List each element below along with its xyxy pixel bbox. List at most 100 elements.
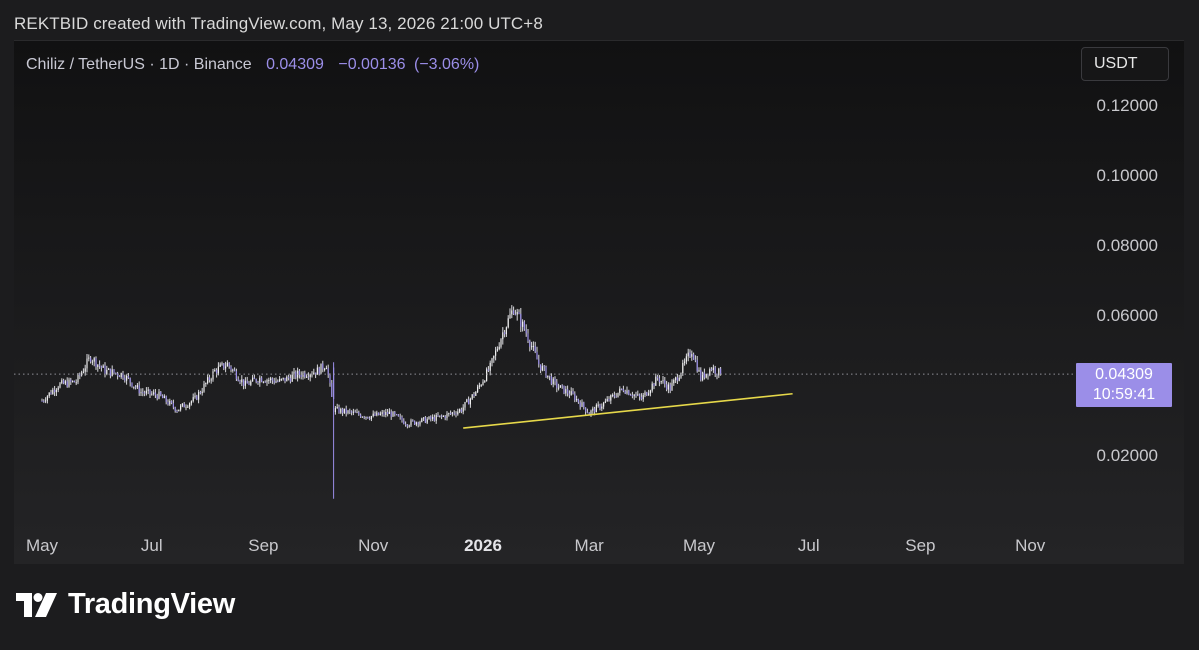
candle-body — [444, 416, 446, 419]
candle-body — [545, 366, 547, 378]
candle-body — [234, 369, 236, 371]
candle-body — [345, 408, 347, 414]
candle-body — [628, 390, 630, 395]
candle-body — [489, 362, 491, 371]
candle-body — [712, 367, 714, 370]
x-axis-tick-label: May — [26, 536, 59, 555]
candle-body — [138, 385, 140, 394]
candle-body — [567, 389, 569, 394]
candle-body — [655, 376, 657, 386]
candle-body — [244, 380, 246, 386]
candle-body — [559, 385, 561, 388]
candle-body — [46, 396, 48, 401]
candle-body — [585, 407, 587, 412]
candle-body — [577, 399, 579, 403]
candle-body — [124, 378, 126, 381]
y-axis-tick-label: 0.02000 — [1097, 446, 1158, 465]
candle-body — [583, 402, 585, 408]
candle-body — [223, 363, 225, 369]
candle-body — [626, 390, 628, 394]
candle-body — [288, 376, 290, 379]
candle-body — [316, 367, 318, 375]
candle-body — [55, 389, 57, 393]
candle-body — [610, 395, 612, 401]
candle-body — [99, 364, 101, 367]
symbol-legend[interactable]: Chiliz / TetherUS · 1D · Binance 0.04309… — [26, 56, 479, 74]
candle-body — [423, 417, 425, 419]
x-axis-tick-label: Mar — [575, 536, 605, 555]
candle-body — [50, 392, 52, 395]
candle-body — [509, 314, 511, 319]
candle-body — [615, 396, 617, 398]
candle-body — [714, 367, 716, 374]
candle-body — [642, 395, 644, 400]
candle-body — [491, 358, 493, 363]
candle-body — [538, 359, 540, 365]
candle-body — [295, 371, 297, 378]
candle-body — [597, 404, 599, 406]
candle-body — [658, 378, 660, 383]
candle-body — [369, 418, 371, 420]
candle-body — [302, 372, 304, 377]
candle-body — [300, 374, 302, 377]
candle-body — [383, 412, 385, 415]
candle-body — [419, 421, 421, 425]
candle-body — [108, 368, 110, 370]
candle-body — [394, 411, 396, 415]
candle-body — [622, 389, 624, 392]
candle-body — [648, 393, 650, 396]
candle-body — [225, 366, 227, 369]
price-chart[interactable]: 0.12000 0.10000 0.08000 0.06000 0.02000 May Ju… — [14, 41, 1184, 564]
candle-body — [604, 401, 606, 403]
candle-body — [284, 377, 286, 382]
candle-body — [358, 412, 360, 415]
candle-body — [135, 386, 137, 388]
currency-selector[interactable]: USDT — [1081, 47, 1169, 81]
candle-body — [180, 405, 182, 410]
candle-body — [457, 411, 459, 415]
candle-body — [694, 359, 696, 361]
candle-body — [289, 378, 291, 382]
candle-body — [212, 371, 214, 380]
candle-body — [471, 394, 473, 399]
candle-body — [529, 341, 531, 347]
candle-body — [459, 409, 461, 412]
candle-body — [140, 392, 142, 394]
candle-body — [144, 392, 146, 394]
candle-body — [388, 411, 390, 415]
candle-body — [428, 416, 430, 420]
candle-body — [487, 369, 489, 371]
candle-body — [572, 391, 574, 394]
candle-body — [324, 369, 326, 371]
candle-body — [478, 385, 480, 387]
candle-body — [534, 345, 536, 352]
candle-body — [574, 393, 576, 401]
candle-body — [561, 385, 563, 387]
candle-body — [262, 381, 264, 383]
separator-dot: · — [184, 56, 194, 73]
candle-body — [709, 369, 711, 376]
candle-body — [64, 381, 66, 384]
y-axis-tick-label: 0.10000 — [1097, 166, 1158, 185]
candle-body — [554, 378, 556, 382]
candle-body — [133, 386, 135, 388]
candle-body — [608, 399, 610, 401]
candle-body — [259, 377, 261, 383]
candle-body — [246, 380, 248, 384]
candle-body — [603, 402, 605, 407]
candle-body — [351, 411, 353, 413]
candle-body — [201, 391, 203, 394]
candle-body — [448, 413, 450, 415]
chart-panel[interactable]: 0.12000 0.10000 0.08000 0.06000 0.02000 May Ju… — [14, 40, 1184, 564]
candle-body — [248, 383, 250, 385]
candle-body — [541, 366, 543, 371]
candle-body — [480, 385, 482, 387]
candle-body — [306, 376, 308, 378]
tradingview-logo[interactable]: TradingView — [16, 588, 235, 621]
candle-body — [232, 369, 234, 371]
candle-body — [379, 413, 381, 416]
candle-body — [255, 379, 257, 382]
candle-body — [466, 399, 468, 403]
candle-body — [162, 395, 164, 399]
candle-body — [192, 397, 194, 402]
